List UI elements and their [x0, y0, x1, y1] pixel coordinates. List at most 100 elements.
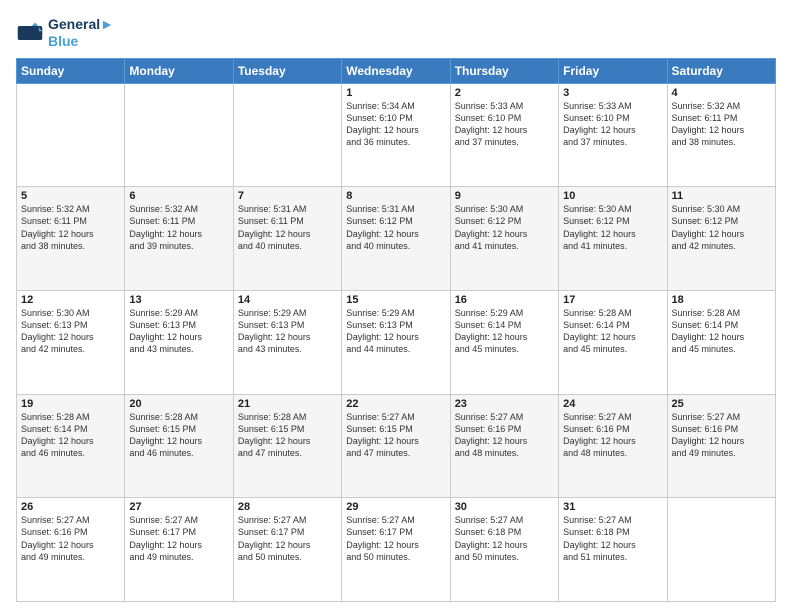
header: General► Blue — [16, 16, 776, 50]
cell-info: Sunrise: 5:30 AM Sunset: 6:12 PM Dayligh… — [672, 203, 771, 252]
cell-info: Sunrise: 5:30 AM Sunset: 6:13 PM Dayligh… — [21, 307, 120, 356]
day-number: 3 — [563, 87, 662, 99]
logo: General► Blue — [16, 16, 114, 50]
day-number: 8 — [346, 190, 445, 202]
calendar-cell: 20Sunrise: 5:28 AM Sunset: 6:15 PM Dayli… — [125, 394, 233, 498]
cell-info: Sunrise: 5:28 AM Sunset: 6:14 PM Dayligh… — [21, 411, 120, 460]
calendar-cell: 18Sunrise: 5:28 AM Sunset: 6:14 PM Dayli… — [667, 290, 775, 394]
calendar-cell: 31Sunrise: 5:27 AM Sunset: 6:18 PM Dayli… — [559, 498, 667, 602]
calendar-week-row: 19Sunrise: 5:28 AM Sunset: 6:14 PM Dayli… — [17, 394, 776, 498]
calendar-cell: 23Sunrise: 5:27 AM Sunset: 6:16 PM Dayli… — [450, 394, 558, 498]
cell-info: Sunrise: 5:29 AM Sunset: 6:14 PM Dayligh… — [455, 307, 554, 356]
day-number: 18 — [672, 294, 771, 306]
day-number: 16 — [455, 294, 554, 306]
page: General► Blue SundayMondayTuesdayWednesd… — [0, 0, 792, 612]
day-number: 11 — [672, 190, 771, 202]
calendar-cell: 28Sunrise: 5:27 AM Sunset: 6:17 PM Dayli… — [233, 498, 341, 602]
cell-info: Sunrise: 5:27 AM Sunset: 6:18 PM Dayligh… — [563, 514, 662, 563]
logo-icon — [16, 19, 44, 47]
cell-info: Sunrise: 5:27 AM Sunset: 6:16 PM Dayligh… — [21, 514, 120, 563]
calendar-cell: 17Sunrise: 5:28 AM Sunset: 6:14 PM Dayli… — [559, 290, 667, 394]
day-number: 23 — [455, 398, 554, 410]
cell-info: Sunrise: 5:27 AM Sunset: 6:15 PM Dayligh… — [346, 411, 445, 460]
cell-info: Sunrise: 5:34 AM Sunset: 6:10 PM Dayligh… — [346, 100, 445, 149]
calendar-cell: 19Sunrise: 5:28 AM Sunset: 6:14 PM Dayli… — [17, 394, 125, 498]
cell-info: Sunrise: 5:31 AM Sunset: 6:12 PM Dayligh… — [346, 203, 445, 252]
calendar-cell: 24Sunrise: 5:27 AM Sunset: 6:16 PM Dayli… — [559, 394, 667, 498]
cell-info: Sunrise: 5:30 AM Sunset: 6:12 PM Dayligh… — [455, 203, 554, 252]
calendar-cell: 15Sunrise: 5:29 AM Sunset: 6:13 PM Dayli… — [342, 290, 450, 394]
calendar-cell: 5Sunrise: 5:32 AM Sunset: 6:11 PM Daylig… — [17, 187, 125, 291]
calendar-cell: 29Sunrise: 5:27 AM Sunset: 6:17 PM Dayli… — [342, 498, 450, 602]
calendar-cell: 2Sunrise: 5:33 AM Sunset: 6:10 PM Daylig… — [450, 83, 558, 187]
day-number: 30 — [455, 501, 554, 513]
day-number: 21 — [238, 398, 337, 410]
cell-info: Sunrise: 5:28 AM Sunset: 6:15 PM Dayligh… — [238, 411, 337, 460]
logo-text: General► Blue — [48, 16, 114, 50]
cell-info: Sunrise: 5:29 AM Sunset: 6:13 PM Dayligh… — [238, 307, 337, 356]
day-header: Friday — [559, 58, 667, 83]
day-number: 17 — [563, 294, 662, 306]
calendar-cell: 26Sunrise: 5:27 AM Sunset: 6:16 PM Dayli… — [17, 498, 125, 602]
calendar-cell: 9Sunrise: 5:30 AM Sunset: 6:12 PM Daylig… — [450, 187, 558, 291]
day-number: 29 — [346, 501, 445, 513]
day-header: Thursday — [450, 58, 558, 83]
day-number: 1 — [346, 87, 445, 99]
cell-info: Sunrise: 5:29 AM Sunset: 6:13 PM Dayligh… — [129, 307, 228, 356]
day-header: Sunday — [17, 58, 125, 83]
day-header: Tuesday — [233, 58, 341, 83]
calendar-cell: 6Sunrise: 5:32 AM Sunset: 6:11 PM Daylig… — [125, 187, 233, 291]
calendar-week-row: 12Sunrise: 5:30 AM Sunset: 6:13 PM Dayli… — [17, 290, 776, 394]
cell-info: Sunrise: 5:30 AM Sunset: 6:12 PM Dayligh… — [563, 203, 662, 252]
day-number: 2 — [455, 87, 554, 99]
cell-info: Sunrise: 5:33 AM Sunset: 6:10 PM Dayligh… — [563, 100, 662, 149]
calendar-cell: 8Sunrise: 5:31 AM Sunset: 6:12 PM Daylig… — [342, 187, 450, 291]
day-number: 4 — [672, 87, 771, 99]
calendar-body: 1Sunrise: 5:34 AM Sunset: 6:10 PM Daylig… — [17, 83, 776, 601]
day-number: 20 — [129, 398, 228, 410]
day-number: 10 — [563, 190, 662, 202]
calendar-cell: 30Sunrise: 5:27 AM Sunset: 6:18 PM Dayli… — [450, 498, 558, 602]
calendar-cell: 11Sunrise: 5:30 AM Sunset: 6:12 PM Dayli… — [667, 187, 775, 291]
calendar-cell: 12Sunrise: 5:30 AM Sunset: 6:13 PM Dayli… — [17, 290, 125, 394]
day-number: 31 — [563, 501, 662, 513]
calendar-cell — [17, 83, 125, 187]
calendar-cell: 10Sunrise: 5:30 AM Sunset: 6:12 PM Dayli… — [559, 187, 667, 291]
calendar-cell: 27Sunrise: 5:27 AM Sunset: 6:17 PM Dayli… — [125, 498, 233, 602]
calendar-cell: 14Sunrise: 5:29 AM Sunset: 6:13 PM Dayli… — [233, 290, 341, 394]
cell-info: Sunrise: 5:27 AM Sunset: 6:17 PM Dayligh… — [129, 514, 228, 563]
cell-info: Sunrise: 5:32 AM Sunset: 6:11 PM Dayligh… — [21, 203, 120, 252]
day-number: 9 — [455, 190, 554, 202]
calendar-cell: 4Sunrise: 5:32 AM Sunset: 6:11 PM Daylig… — [667, 83, 775, 187]
calendar-cell: 7Sunrise: 5:31 AM Sunset: 6:11 PM Daylig… — [233, 187, 341, 291]
day-number: 13 — [129, 294, 228, 306]
day-number: 19 — [21, 398, 120, 410]
cell-info: Sunrise: 5:27 AM Sunset: 6:16 PM Dayligh… — [672, 411, 771, 460]
day-number: 26 — [21, 501, 120, 513]
day-header: Monday — [125, 58, 233, 83]
calendar-week-row: 5Sunrise: 5:32 AM Sunset: 6:11 PM Daylig… — [17, 187, 776, 291]
calendar-header: SundayMondayTuesdayWednesdayThursdayFrid… — [17, 58, 776, 83]
cell-info: Sunrise: 5:32 AM Sunset: 6:11 PM Dayligh… — [129, 203, 228, 252]
day-header: Saturday — [667, 58, 775, 83]
calendar-cell: 22Sunrise: 5:27 AM Sunset: 6:15 PM Dayli… — [342, 394, 450, 498]
day-number: 14 — [238, 294, 337, 306]
day-number: 5 — [21, 190, 120, 202]
calendar-week-row: 26Sunrise: 5:27 AM Sunset: 6:16 PM Dayli… — [17, 498, 776, 602]
cell-info: Sunrise: 5:31 AM Sunset: 6:11 PM Dayligh… — [238, 203, 337, 252]
day-number: 27 — [129, 501, 228, 513]
calendar-cell: 3Sunrise: 5:33 AM Sunset: 6:10 PM Daylig… — [559, 83, 667, 187]
cell-info: Sunrise: 5:27 AM Sunset: 6:16 PM Dayligh… — [563, 411, 662, 460]
day-number: 12 — [21, 294, 120, 306]
cell-info: Sunrise: 5:28 AM Sunset: 6:14 PM Dayligh… — [672, 307, 771, 356]
calendar-cell: 1Sunrise: 5:34 AM Sunset: 6:10 PM Daylig… — [342, 83, 450, 187]
cell-info: Sunrise: 5:28 AM Sunset: 6:14 PM Dayligh… — [563, 307, 662, 356]
day-number: 7 — [238, 190, 337, 202]
calendar-cell — [667, 498, 775, 602]
cell-info: Sunrise: 5:27 AM Sunset: 6:18 PM Dayligh… — [455, 514, 554, 563]
cell-info: Sunrise: 5:32 AM Sunset: 6:11 PM Dayligh… — [672, 100, 771, 149]
calendar-table: SundayMondayTuesdayWednesdayThursdayFrid… — [16, 58, 776, 602]
cell-info: Sunrise: 5:28 AM Sunset: 6:15 PM Dayligh… — [129, 411, 228, 460]
calendar-cell — [125, 83, 233, 187]
day-number: 6 — [129, 190, 228, 202]
